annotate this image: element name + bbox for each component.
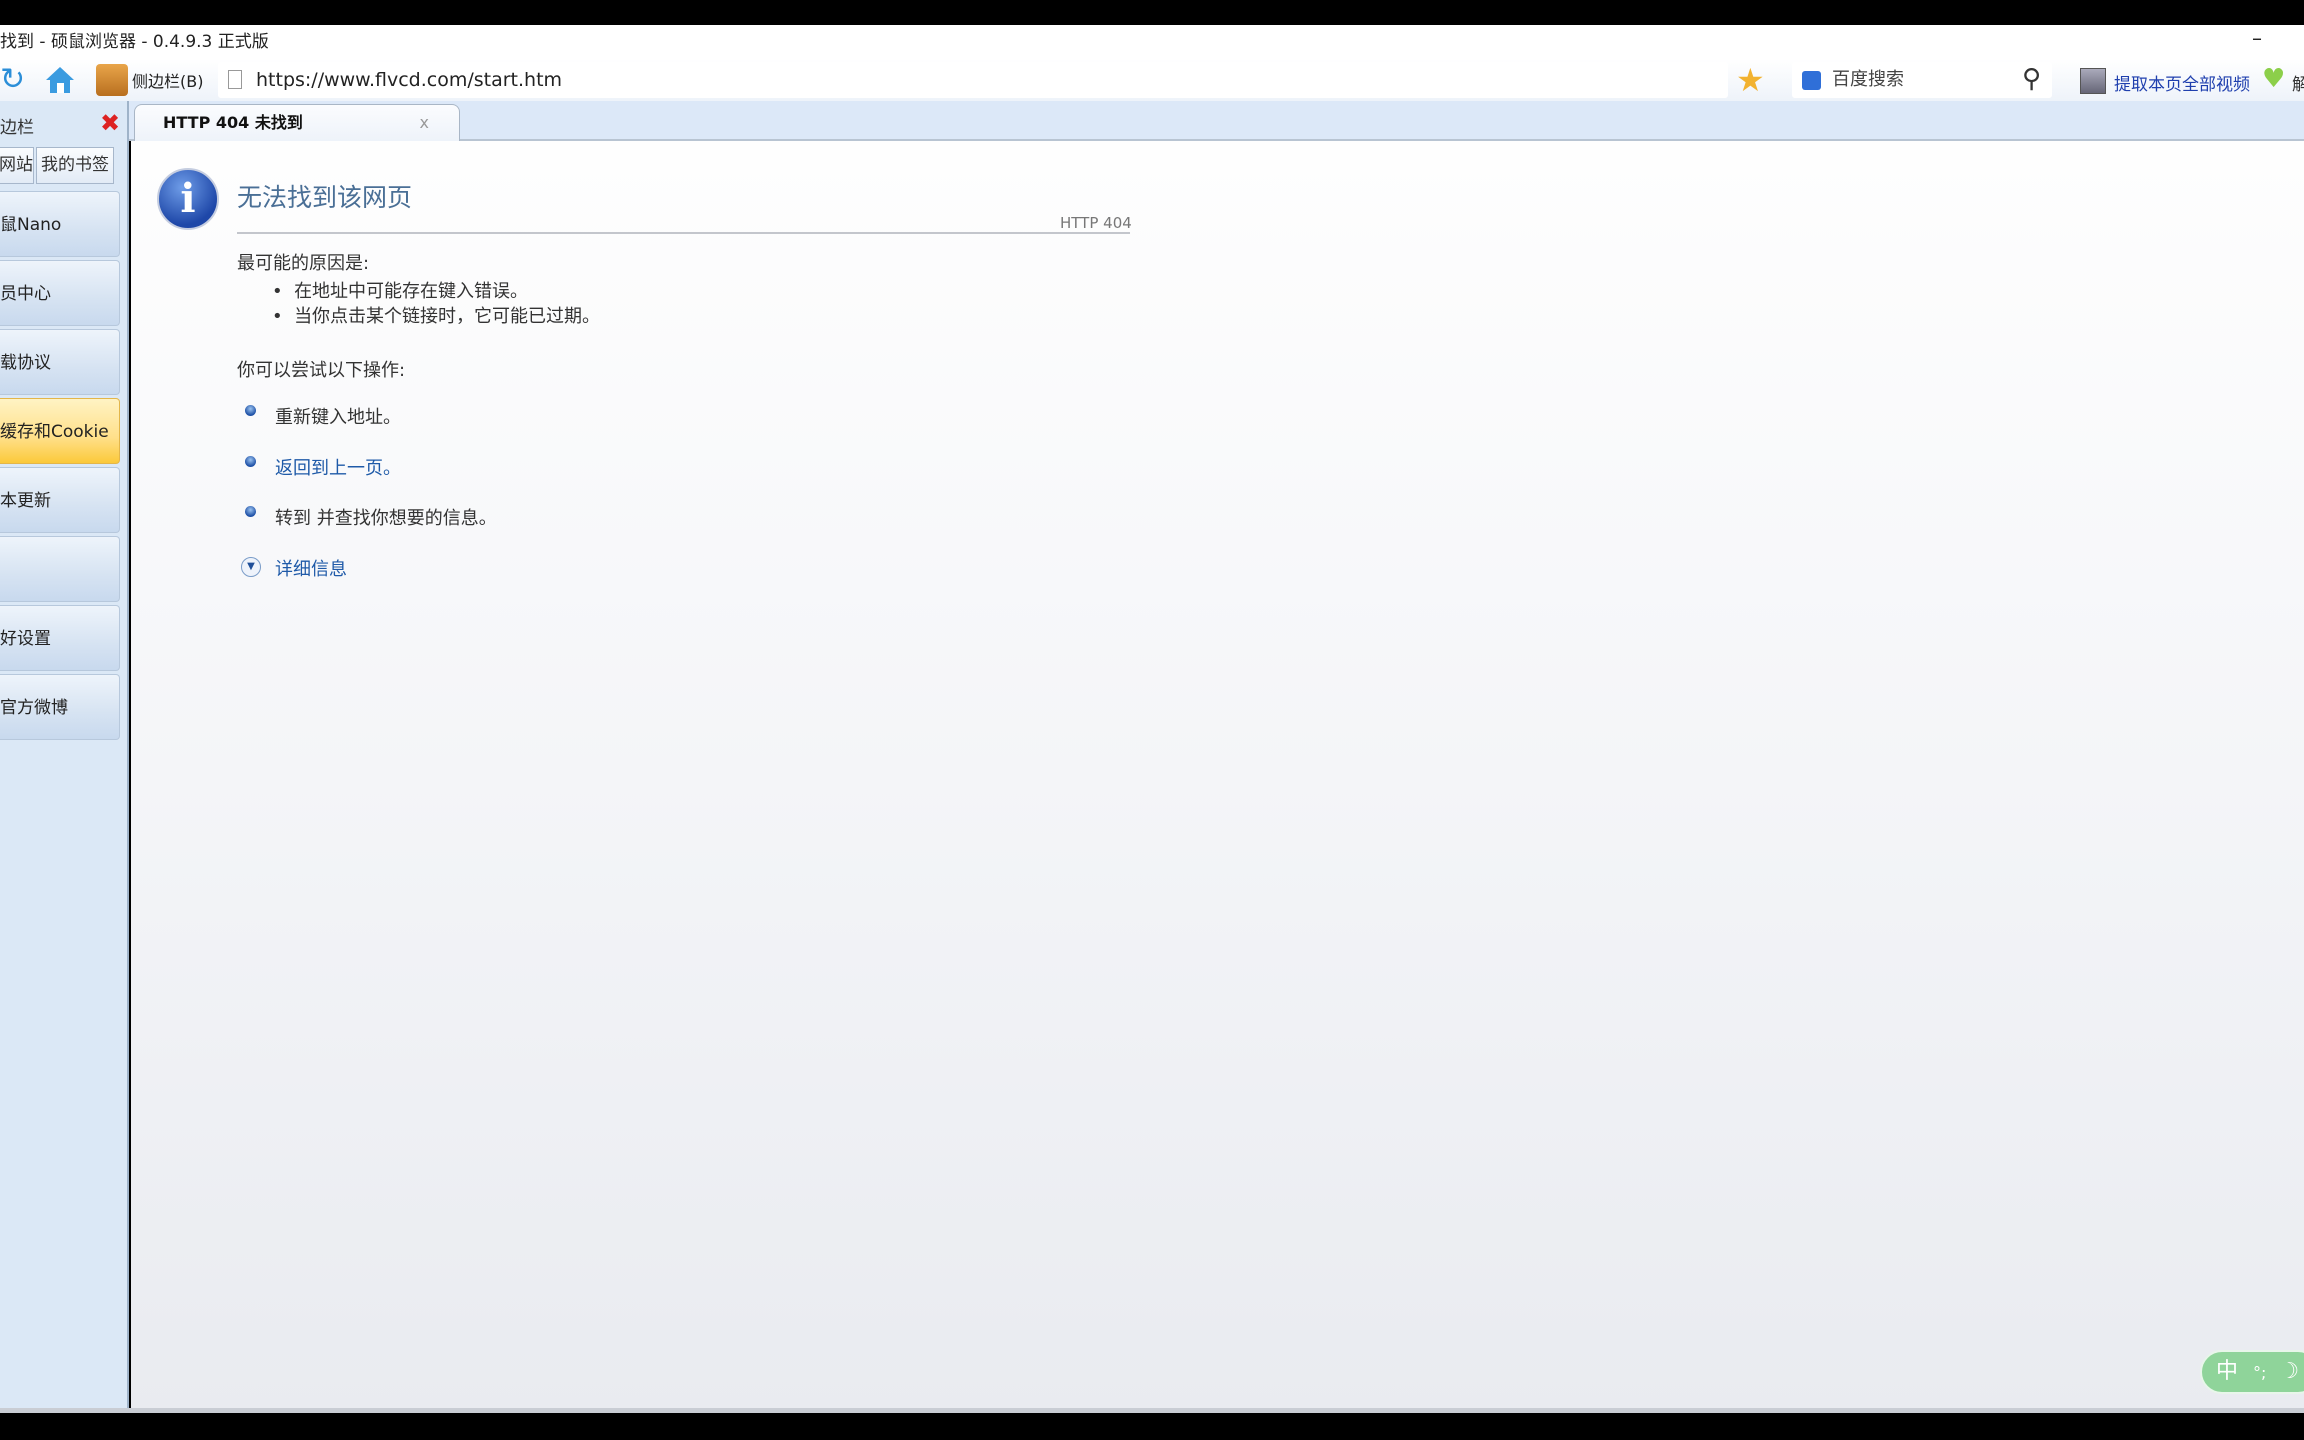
sidebar-header: 边栏 <box>0 118 34 138</box>
page-icon <box>228 70 242 89</box>
ime-punct[interactable]: °; <box>2253 1363 2266 1382</box>
ime-moon-icon[interactable]: ☽ <box>2279 1359 2299 1384</box>
cause-text: 当你点击某个链接时，它可能已过期。 <box>294 306 601 327</box>
expand-chevron-icon[interactable]: ▼ <box>241 557 261 577</box>
sidebar-tab-sites[interactable]: 网站 <box>0 147 34 184</box>
details-link[interactable]: 详细信息 <box>275 555 347 581</box>
sidebar-item-member[interactable]: 员中心 <box>0 260 120 326</box>
go-back-link[interactable]: 返回到上一页。 <box>275 454 401 480</box>
title-divider <box>237 232 1130 234</box>
tab-close-button[interactable]: x <box>420 105 429 141</box>
home-icon[interactable] <box>44 64 76 96</box>
cause-text: 在地址中可能存在键入错误。 <box>294 281 529 302</box>
bullet-icon <box>245 405 256 416</box>
baidu-icon <box>1802 71 1821 90</box>
causes-heading: 最可能的原因是: <box>237 253 370 274</box>
sidebar-item-cache-cookie[interactable]: 缓存和Cookie <box>0 398 120 464</box>
http-code: HTTP 404 <box>1060 214 1132 232</box>
bullet-icon <box>245 456 256 467</box>
search-input[interactable]: 百度搜索 <box>1792 62 2052 98</box>
search-icon[interactable]: ⚲ <box>2022 64 2041 94</box>
extract-all-videos-button[interactable]: 提取本页全部视频 <box>2114 70 2250 95</box>
page-title: 无法找到该网页 <box>237 183 413 212</box>
title-bar: 找到 - 硕鼠浏览器 - 0.4.9.3 正式版 – <box>0 25 2304 59</box>
window-title: 找到 - 硕鼠浏览器 - 0.4.9.3 正式版 <box>0 32 269 52</box>
cause-item: • 当你点击某个链接时，它可能已过期。 <box>272 306 601 327</box>
info-icon: i <box>157 168 219 230</box>
sidebar-icon[interactable] <box>96 64 128 96</box>
search-placeholder: 百度搜索 <box>1832 69 1904 90</box>
sidebar-item-weibo[interactable]: 官方微博 <box>0 674 120 740</box>
sidebar-item-blank[interactable] <box>0 536 120 602</box>
ime-status-bar[interactable]: 中 °; ☽ <box>2200 1350 2304 1394</box>
tab-title: HTTP 404 未找到 <box>163 113 303 132</box>
bullet-icon <box>245 506 256 517</box>
action-goto: 转到 并查找你想要的信息。 <box>275 508 497 529</box>
sidebar-tab-bookmarks[interactable]: 我的书签 <box>36 147 114 184</box>
page-content <box>131 141 2304 1413</box>
favorite-star-icon[interactable]: ★ <box>1736 62 1765 98</box>
action-retype: 重新键入地址。 <box>275 407 401 428</box>
minimize-button[interactable]: – <box>2252 21 2262 55</box>
bottom-border <box>0 1408 2304 1413</box>
sidebar-toggle-button[interactable]: 侧边栏(B) <box>132 68 203 92</box>
sidebar-item-settings[interactable]: 好设置 <box>0 605 120 671</box>
tab-active[interactable]: HTTP 404 未找到 x <box>134 104 460 141</box>
url-text: https://www.flvcd.com/start.htm <box>256 69 563 91</box>
refresh-icon[interactable]: ↻ <box>0 64 32 96</box>
sidebar-item-protocol[interactable]: 载协议 <box>0 329 120 395</box>
ime-mode[interactable]: 中 <box>2216 1359 2238 1384</box>
extract-video-icon[interactable] <box>2080 68 2106 94</box>
actions-heading: 你可以尝试以下操作: <box>237 360 406 381</box>
sidebar-item-update[interactable]: 本更新 <box>0 467 120 533</box>
heart-icon[interactable]: ♥ <box>2262 64 2285 94</box>
sidebar-item-nano[interactable]: 鼠Nano <box>0 191 120 257</box>
address-bar[interactable]: https://www.flvcd.com/start.htm <box>218 62 1728 98</box>
sidebar-close-icon[interactable]: ✖ <box>100 109 120 137</box>
cause-item: • 在地址中可能存在键入错误。 <box>272 281 529 302</box>
extra-button[interactable]: 解 <box>2292 70 2304 95</box>
